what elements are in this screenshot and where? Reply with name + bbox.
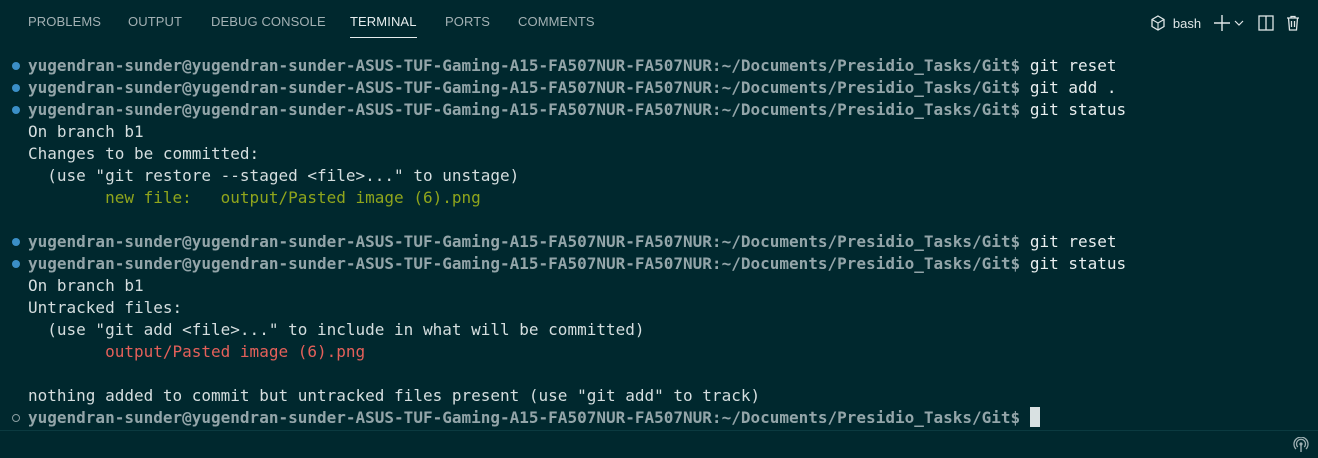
tab-terminal[interactable]: TERMINAL [350,14,417,38]
shell-prompt: yugendran-sunder@yugendran-sunder-ASUS-T… [28,100,1021,119]
shell-prompt: yugendran-sunder@yugendran-sunder-ASUS-T… [28,254,1021,273]
terminal-line: yugendran-sunder@yugendran-sunder-ASUS-T… [12,407,1308,429]
terminal-line: new file: output/Pasted image (6).png [12,187,1308,209]
output-text: nothing added to commit but untracked fi… [28,386,761,405]
status-bar [0,430,1318,458]
trash-icon[interactable] [1283,10,1303,36]
output-text: On branch b1 [28,276,144,295]
terminal-output[interactable]: yugendran-sunder@yugendran-sunder-ASUS-T… [12,55,1308,429]
tab-problems[interactable]: PROBLEMS [28,14,101,29]
terminal-line: yugendran-sunder@yugendran-sunder-ASUS-T… [12,253,1308,275]
output-text: Untracked files: [28,298,183,317]
output-text: (use "git add <file>..." to include in w… [28,320,645,339]
staged-file-line: new file: output/Pasted image (6).png [28,188,481,207]
command-success-dot-icon[interactable] [12,84,20,92]
command-text: git reset [1020,232,1117,251]
command-success-dot-icon[interactable] [12,106,20,114]
tab-ports[interactable]: PORTS [445,14,490,29]
shell-name: bash [1172,15,1202,31]
terminal-line: yugendran-sunder@yugendran-sunder-ASUS-T… [12,99,1308,121]
shell-prompt: yugendran-sunder@yugendran-sunder-ASUS-T… [28,78,1021,97]
terminal-line: nothing added to commit but untracked fi… [12,385,1308,407]
terminal-line: On branch b1 [12,121,1308,143]
output-text: On branch b1 [28,122,144,141]
untracked-file-line: output/Pasted image (6).png [28,342,366,361]
terminal-cursor [1030,407,1041,427]
terminal-line: Untracked files: [12,297,1308,319]
command-text: git status [1020,100,1127,119]
terminal-line: (use "git add <file>..." to include in w… [12,319,1308,341]
terminal-line: yugendran-sunder@yugendran-sunder-ASUS-T… [12,55,1308,77]
command-success-dot-icon[interactable] [12,238,20,246]
tab-output[interactable]: OUTPUT [128,14,182,29]
command-pending-dot-icon[interactable] [12,414,20,422]
terminal-line: (use "git restore --staged <file>..." to… [12,165,1308,187]
output-text: (use "git restore --staged <file>..." to… [28,166,520,185]
command-text: git reset [1020,56,1117,75]
terminal-actions: bash [1140,10,1310,36]
plus-icon[interactable] [1212,10,1232,36]
terminal-line: output/Pasted image (6).png [12,341,1308,363]
output-text: Changes to be committed: [28,144,260,163]
command-text: git status [1020,254,1127,273]
terminal-line: On branch b1 [12,275,1308,297]
terminal-line: yugendran-sunder@yugendran-sunder-ASUS-T… [12,77,1308,99]
broadcast-icon[interactable] [1292,436,1310,454]
panel-tab-bar: PROBLEMS OUTPUT DEBUG CONSOLE TERMINAL P… [0,0,1318,44]
shell-selector[interactable]: bash [1140,10,1210,36]
split-icon[interactable] [1256,10,1276,36]
command-text: git add . [1020,78,1117,97]
shell-prompt: yugendran-sunder@yugendran-sunder-ASUS-T… [28,232,1021,251]
shell-prompt: yugendran-sunder@yugendran-sunder-ASUS-T… [28,56,1021,75]
terminal-panel: PROBLEMS OUTPUT DEBUG CONSOLE TERMINAL P… [0,0,1318,430]
terminal-shell-icon [1149,14,1167,32]
command-success-dot-icon[interactable] [12,260,20,268]
terminal-line: Changes to be committed: [12,143,1308,165]
tab-debug-console[interactable]: DEBUG CONSOLE [211,14,326,29]
chevron-down-icon[interactable] [1232,10,1246,36]
command-success-dot-icon[interactable] [12,62,20,70]
tab-comments[interactable]: COMMENTS [518,14,595,29]
terminal-line: yugendran-sunder@yugendran-sunder-ASUS-T… [12,231,1308,253]
shell-prompt: yugendran-sunder@yugendran-sunder-ASUS-T… [28,408,1021,427]
